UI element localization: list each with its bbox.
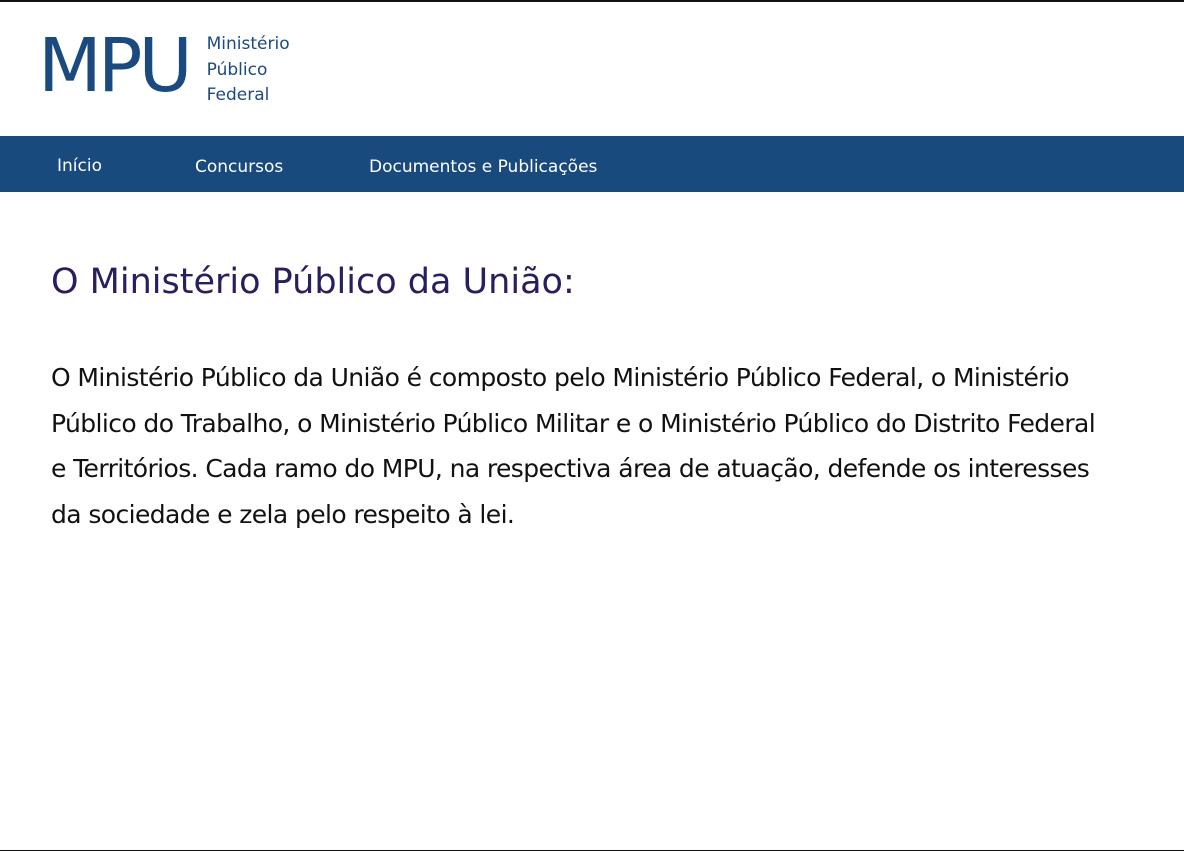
main-navigation: Início Concursos Documentos e Publicaçõe… bbox=[0, 136, 1184, 192]
site-header: MPU Ministério Público Federal bbox=[0, 2, 1184, 137]
logo-line-1: Ministério bbox=[206, 34, 290, 54]
nav-item-concursos[interactable]: Concursos bbox=[195, 136, 283, 192]
mpu-logo[interactable]: MPU Ministério Público Federal bbox=[38, 23, 290, 112]
logo-text: Ministério Público Federal bbox=[207, 32, 290, 109]
logo-line-3: Federal bbox=[206, 85, 270, 105]
logo-line-2: Público bbox=[206, 59, 268, 80]
page-title: O Ministério Público da União: bbox=[51, 262, 575, 302]
nav-item-documentos-publicacoes[interactable]: Documentos e Publicações bbox=[369, 136, 597, 192]
nav-item-inicio[interactable]: Início bbox=[57, 136, 102, 192]
logo-mark: MPU bbox=[38, 23, 193, 109]
intro-paragraph: O Ministério Público da União é composto… bbox=[51, 363, 1096, 529]
